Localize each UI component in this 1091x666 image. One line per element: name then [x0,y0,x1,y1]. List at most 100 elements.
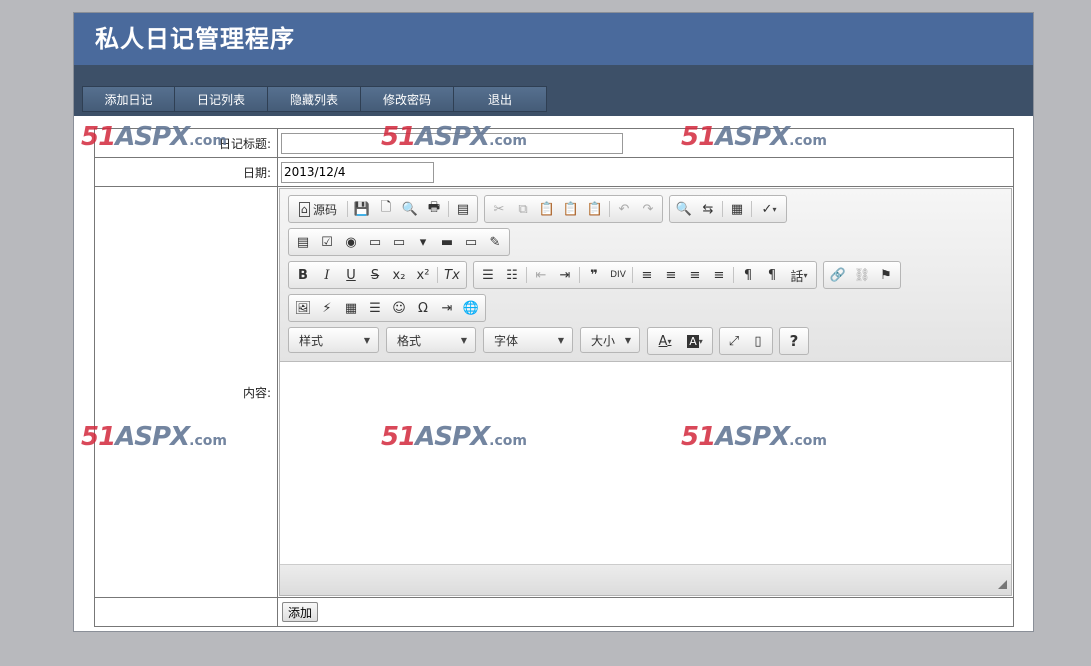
spellcheck-icon[interactable]: ✓ ▾ [754,198,784,220]
menu-diary-list[interactable]: 日记列表 [175,86,268,112]
superscript-icon[interactable]: x² [411,264,435,286]
toolbar-group-insert: 🖼 ⚡ ▦ ☰ ☺ Ω ⇥ 🌐 [288,294,486,322]
resize-handle-icon[interactable] [998,580,1007,589]
toolbar-row-5: 样式 ▼ 格式 ▼ 字体 ▼ 大小 ▼ A ▾ A ▾ ⤢ ▯ ? [288,327,815,355]
text-field-icon[interactable]: ▭ [363,231,387,253]
justify-icon[interactable]: ≡ [707,264,731,286]
smiley-icon[interactable]: ☺ [387,297,411,319]
radio-icon[interactable]: ◉ [339,231,363,253]
align-right-icon[interactable]: ≡ [683,264,707,286]
editor-footer [280,564,1011,595]
maximize-icon[interactable]: ⤢ [722,330,746,352]
page-break-icon[interactable]: ⇥ [435,297,459,319]
toolbar-group-links: 🔗 ⛓ ⚑ [823,261,901,289]
rtl-icon[interactable]: ¶ [760,264,784,286]
button-field-icon[interactable]: ▬ [435,231,459,253]
paste-word-icon[interactable]: 📋 [583,198,607,220]
toolbar-row-4: 🖼 ⚡ ▦ ☰ ☺ Ω ⇥ 🌐 [288,294,492,322]
textarea-icon[interactable]: ▭ [387,231,411,253]
toolbar-group-about: ? [779,327,809,355]
underline-icon[interactable]: U [339,264,363,286]
print-icon[interactable]: 🖶 [422,198,446,220]
div-container-icon[interactable]: DIV [606,264,630,286]
menu-change-password[interactable]: 修改密码 [361,86,454,112]
replace-icon[interactable]: ⇆ [696,198,720,220]
image-button-icon[interactable]: ▭ [459,231,483,253]
italic-icon[interactable]: I [315,264,339,286]
iframe-icon[interactable]: 🌐 [459,297,483,319]
align-left-icon[interactable]: ≡ [635,264,659,286]
blockquote-icon[interactable]: ❞ [582,264,606,286]
subscript-icon[interactable]: x₂ [387,264,411,286]
styles-dropdown[interactable]: 样式 ▼ [288,327,379,353]
font-dropdown[interactable]: 字体 ▼ [483,327,573,353]
toolbar-group-paragraph: ☰ ☷ ⇤ ⇥ ❞ DIV ≡ ≡ ≡ ≡ ¶ ¶ 話 ▾ [473,261,817,289]
unlink-icon[interactable]: ⛓ [850,264,874,286]
ltr-icon[interactable]: ¶ [736,264,760,286]
toolbar-separator [609,201,610,217]
menu-add-diary[interactable]: 添加日记 [82,86,175,112]
chevron-down-icon: ▼ [557,335,564,345]
toolbar-group-tools: ⤢ ▯ [719,327,773,355]
toolbar-group-find: 🔍 ⇆ ▦ ✓ ▾ [669,195,787,223]
redo-icon[interactable]: ↷ [636,198,660,220]
select-field-icon[interactable]: ▾ [411,231,435,253]
select-all-icon[interactable]: ▦ [725,198,749,220]
date-input[interactable] [281,161,434,183]
language-icon[interactable]: 話 ▾ [784,264,814,286]
undo-icon[interactable]: ↶ [612,198,636,220]
toolbar-separator [579,267,580,283]
format-dropdown[interactable]: 格式 ▼ [386,327,476,353]
outdent-icon[interactable]: ⇤ [529,264,553,286]
bulleted-list-icon[interactable]: ☷ [500,264,524,286]
templates-icon[interactable]: ▤ [451,198,475,220]
toolbar-group-document: ⌂ 源码 💾 🗋 🔍 🖶 ▤ [288,195,478,223]
hidden-field-icon[interactable]: ✎ [483,231,507,253]
menu-hidden-list[interactable]: 隐藏列表 [268,86,361,112]
text-color-icon[interactable]: A ▾ [650,330,680,352]
submit-label-cell [94,597,278,627]
toolbar-separator [448,201,449,217]
toolbar-row-3: B I U S x₂ x² Tx ☰ ☷ ⇤ ⇥ ❞ DIV ≡ ≡ ≡ ≡ ¶… [288,261,907,289]
flash-icon[interactable]: ⚡ [315,297,339,319]
anchor-icon[interactable]: ⚑ [874,264,898,286]
toolbar-row-1: ⌂ 源码 💾 🗋 🔍 🖶 ▤ ✂ ⧉ 📋 📋 📋 ↶ ↷ 🔍 ⇆ ▦ ✓ ▾ [288,195,793,223]
size-dropdown[interactable]: 大小 ▼ [580,327,640,353]
paste-text-icon[interactable]: 📋 [559,198,583,220]
paste-icon[interactable]: 📋 [535,198,559,220]
special-char-icon[interactable]: Ω [411,297,435,319]
toolbar-separator [632,267,633,283]
cut-icon[interactable]: ✂ [487,198,511,220]
menu-logout[interactable]: 退出 [454,86,547,112]
save-icon[interactable]: 💾 [350,198,374,220]
align-center-icon[interactable]: ≡ [659,264,683,286]
copy-icon[interactable]: ⧉ [511,198,535,220]
bg-color-icon[interactable]: A ▾ [680,330,710,352]
image-icon[interactable]: 🖼 [291,297,315,319]
strike-icon[interactable]: S [363,264,387,286]
title-input[interactable] [281,132,623,154]
form-icon[interactable]: ▤ [291,231,315,253]
source-button[interactable]: ⌂ 源码 [291,198,345,220]
bold-icon[interactable]: B [291,264,315,286]
numbered-list-icon[interactable]: ☰ [476,264,500,286]
new-page-icon[interactable]: 🗋 [374,198,398,220]
content-label: 内容: [94,186,278,598]
horizontal-rule-icon[interactable]: ☰ [363,297,387,319]
find-icon[interactable]: 🔍 [672,198,696,220]
show-blocks-icon[interactable]: ▯ [746,330,770,352]
link-icon[interactable]: 🔗 [826,264,850,286]
title-label: 日记标题: [94,128,278,158]
add-button[interactable]: 添加 [282,602,319,622]
table-icon[interactable]: ▦ [339,297,363,319]
styles-dropdown-label: 样式 [299,333,324,348]
editor-content-area[interactable] [280,362,1011,563]
indent-icon[interactable]: ⇥ [553,264,577,286]
remove-format-icon[interactable]: Tx [440,264,464,286]
toolbar-separator [722,201,723,217]
preview-icon[interactable]: 🔍 [398,198,422,220]
checkbox-icon[interactable]: ☑ [315,231,339,253]
help-icon[interactable]: ? [782,330,806,352]
chevron-down-icon: ▼ [624,335,631,345]
toolbar-separator [733,267,734,283]
